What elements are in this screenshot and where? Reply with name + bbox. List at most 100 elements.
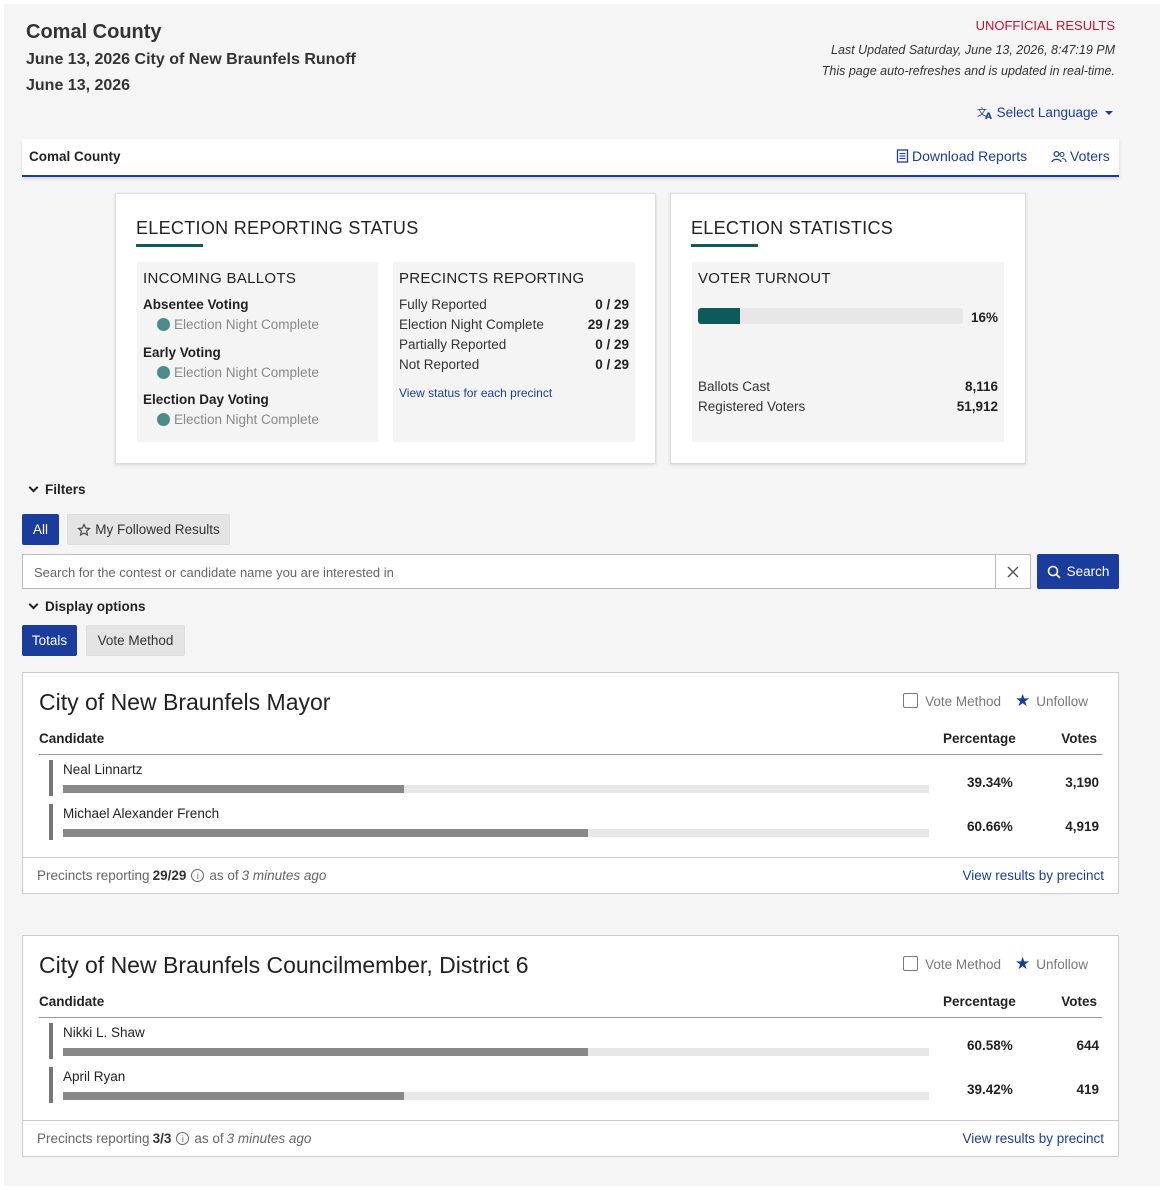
status-dot-icon xyxy=(157,366,170,379)
contest-footer: Precincts reporting 3/3 i as of 3 minute… xyxy=(23,1120,1118,1156)
header-divider xyxy=(39,754,1102,755)
candidate-name: Nikki L. Shaw xyxy=(63,1025,145,1040)
candidate-votes: 644 xyxy=(1076,1038,1099,1053)
as-of-time: 3 minutes ago xyxy=(241,868,327,883)
checkbox-icon xyxy=(903,956,919,971)
reporting-status-title: ELECTION REPORTING STATUS xyxy=(136,218,419,238)
incoming-item-label: Election Day Voting xyxy=(143,392,269,407)
incoming-item-label: Absentee Voting xyxy=(143,297,249,312)
search-button-label: Search xyxy=(1066,564,1110,579)
reporting-status-card: ELECTION REPORTING STATUS INCOMING BALLO… xyxy=(115,193,656,464)
precincts-reporting-note: Precincts reporting 3/3 i as of 3 minute… xyxy=(37,1131,312,1146)
view-results-by-precinct-link[interactable]: View results by precinct xyxy=(962,868,1104,883)
candidate-row: Neal Linnartz 39.34% 3,190 xyxy=(49,760,1109,796)
vote-share-fill xyxy=(63,785,404,793)
info-icon[interactable]: i xyxy=(176,1132,190,1145)
download-reports-label: Download Reports xyxy=(912,148,1028,164)
voters-label: Voters xyxy=(1070,148,1110,164)
people-icon xyxy=(1051,150,1067,162)
election-date: June 13, 2026 xyxy=(26,77,131,94)
column-header-votes: Votes xyxy=(1061,731,1097,746)
unfollow-button[interactable]: ★ Unfollow xyxy=(1015,954,1088,974)
select-language-dropdown[interactable]: 文 A Select Language xyxy=(977,105,1113,120)
vote-share-fill xyxy=(63,1048,588,1056)
unfollow-button[interactable]: ★ Unfollow xyxy=(1015,691,1088,711)
candidate-name: Neal Linnartz xyxy=(63,762,143,777)
incoming-item-status: Election Night Complete xyxy=(157,317,319,332)
candidate-marker xyxy=(49,1067,53,1103)
precinct-row-value: 0 / 29 xyxy=(595,297,629,312)
ballots-cast-label: Ballots Cast xyxy=(698,379,771,394)
election-statistics-card: ELECTION STATISTICS VOTER TURNOUT 16% Ba… xyxy=(670,193,1026,464)
precinct-row-label: Fully Reported xyxy=(399,297,487,312)
vote-share-track xyxy=(63,785,929,793)
display-options-label: Display options xyxy=(45,599,146,614)
svg-text:A: A xyxy=(985,112,992,120)
contest-options: Vote Method ★ Unfollow xyxy=(903,691,1088,711)
status-dot-icon xyxy=(157,413,170,426)
search-button[interactable]: Search xyxy=(1037,554,1119,589)
contest-footer: Precincts reporting 29/29 i as of 3 minu… xyxy=(23,857,1118,893)
candidate-name: Michael Alexander French xyxy=(63,806,220,821)
search-input[interactable]: Search for the contest or candidate name… xyxy=(22,554,996,589)
contest-card: City of New Braunfels Councilmember, Dis… xyxy=(22,935,1119,1157)
vote-share-track xyxy=(63,829,929,837)
title-underline xyxy=(136,244,203,247)
vote-share-track xyxy=(63,1048,929,1056)
voter-turnout-title: VOTER TURNOUT xyxy=(698,270,831,287)
vote-method-button[interactable]: Vote Method xyxy=(86,625,185,656)
candidate-marker xyxy=(49,1023,53,1059)
precinct-row-label: Not Reported xyxy=(399,357,480,372)
my-followed-results-button[interactable]: My Followed Results xyxy=(67,514,230,545)
filters-label: Filters xyxy=(45,482,86,497)
totals-button[interactable]: Totals xyxy=(22,625,77,656)
election-name: June 13, 2026 City of New Braunfels Runo… xyxy=(26,51,356,68)
filter-all-button[interactable]: All xyxy=(22,514,59,545)
vote-share-fill xyxy=(63,829,589,837)
incoming-ballots-title: INCOMING BALLOTS xyxy=(143,270,297,287)
precincts-reporting-title: PRECINCTS REPORTING xyxy=(399,270,585,287)
vote-method-checkbox[interactable]: Vote Method xyxy=(903,693,1001,709)
header-divider xyxy=(39,1017,1102,1018)
chevron-down-icon xyxy=(28,599,39,610)
voter-turnout-panel: VOTER TURNOUT 16% Ballots Cast 8,116 Reg… xyxy=(692,262,1004,442)
as-of-time: 3 minutes ago xyxy=(226,1131,312,1146)
status-dot-icon xyxy=(157,318,170,331)
ballots-cast-value: 8,116 xyxy=(964,379,998,394)
document-icon xyxy=(896,149,909,163)
precinct-row-value: 29 / 29 xyxy=(587,317,629,332)
vote-method-checkbox[interactable]: Vote Method xyxy=(903,956,1001,972)
incoming-item-status: Election Night Complete xyxy=(157,412,319,427)
candidate-percentage: 60.66% xyxy=(967,819,1013,834)
candidate-marker xyxy=(49,804,53,840)
title-underline xyxy=(691,244,758,247)
candidate-percentage: 39.42% xyxy=(967,1082,1013,1097)
chevron-down-icon xyxy=(28,482,39,493)
contest-title: City of New Braunfels Mayor xyxy=(39,689,331,715)
precincts-reporting-note: Precincts reporting 29/29 i as of 3 minu… xyxy=(37,868,327,883)
display-options-toggle[interactable]: Display options xyxy=(28,599,146,614)
checkbox-icon xyxy=(903,693,919,708)
column-header-percentage: Percentage xyxy=(943,731,1016,746)
navbar-county[interactable]: Comal County xyxy=(29,149,121,164)
translate-icon: 文 A xyxy=(977,106,992,120)
info-icon[interactable]: i xyxy=(191,869,205,882)
vote-share-fill xyxy=(63,1092,405,1100)
precincts-count: 3/3 xyxy=(152,1131,172,1146)
voters-link[interactable]: Voters xyxy=(1051,148,1110,164)
download-reports-link[interactable]: Download Reports xyxy=(896,148,1027,164)
view-results-by-precinct-link[interactable]: View results by precinct xyxy=(962,1131,1104,1146)
view-precinct-status-link[interactable]: View status for each precinct xyxy=(399,386,552,400)
my-followed-results-label: My Followed Results xyxy=(95,522,220,537)
registered-voters-label: Registered Voters xyxy=(698,399,806,414)
clear-search-button[interactable] xyxy=(995,554,1031,589)
incoming-item-label: Early Voting xyxy=(143,345,221,360)
filters-toggle[interactable]: Filters xyxy=(28,482,86,497)
precincts-reporting-panel: PRECINCTS REPORTING Fully Reported 0 / 2… xyxy=(393,262,635,442)
candidate-marker xyxy=(49,760,53,796)
column-header-votes: Votes xyxy=(1061,994,1097,1009)
select-language-label: Select Language xyxy=(996,105,1098,120)
contest-card: City of New Braunfels Mayor Vote Method … xyxy=(22,672,1119,894)
unofficial-results-label: UNOFFICIAL RESULTS xyxy=(975,18,1115,33)
turnout-percent: 16% xyxy=(971,310,999,325)
